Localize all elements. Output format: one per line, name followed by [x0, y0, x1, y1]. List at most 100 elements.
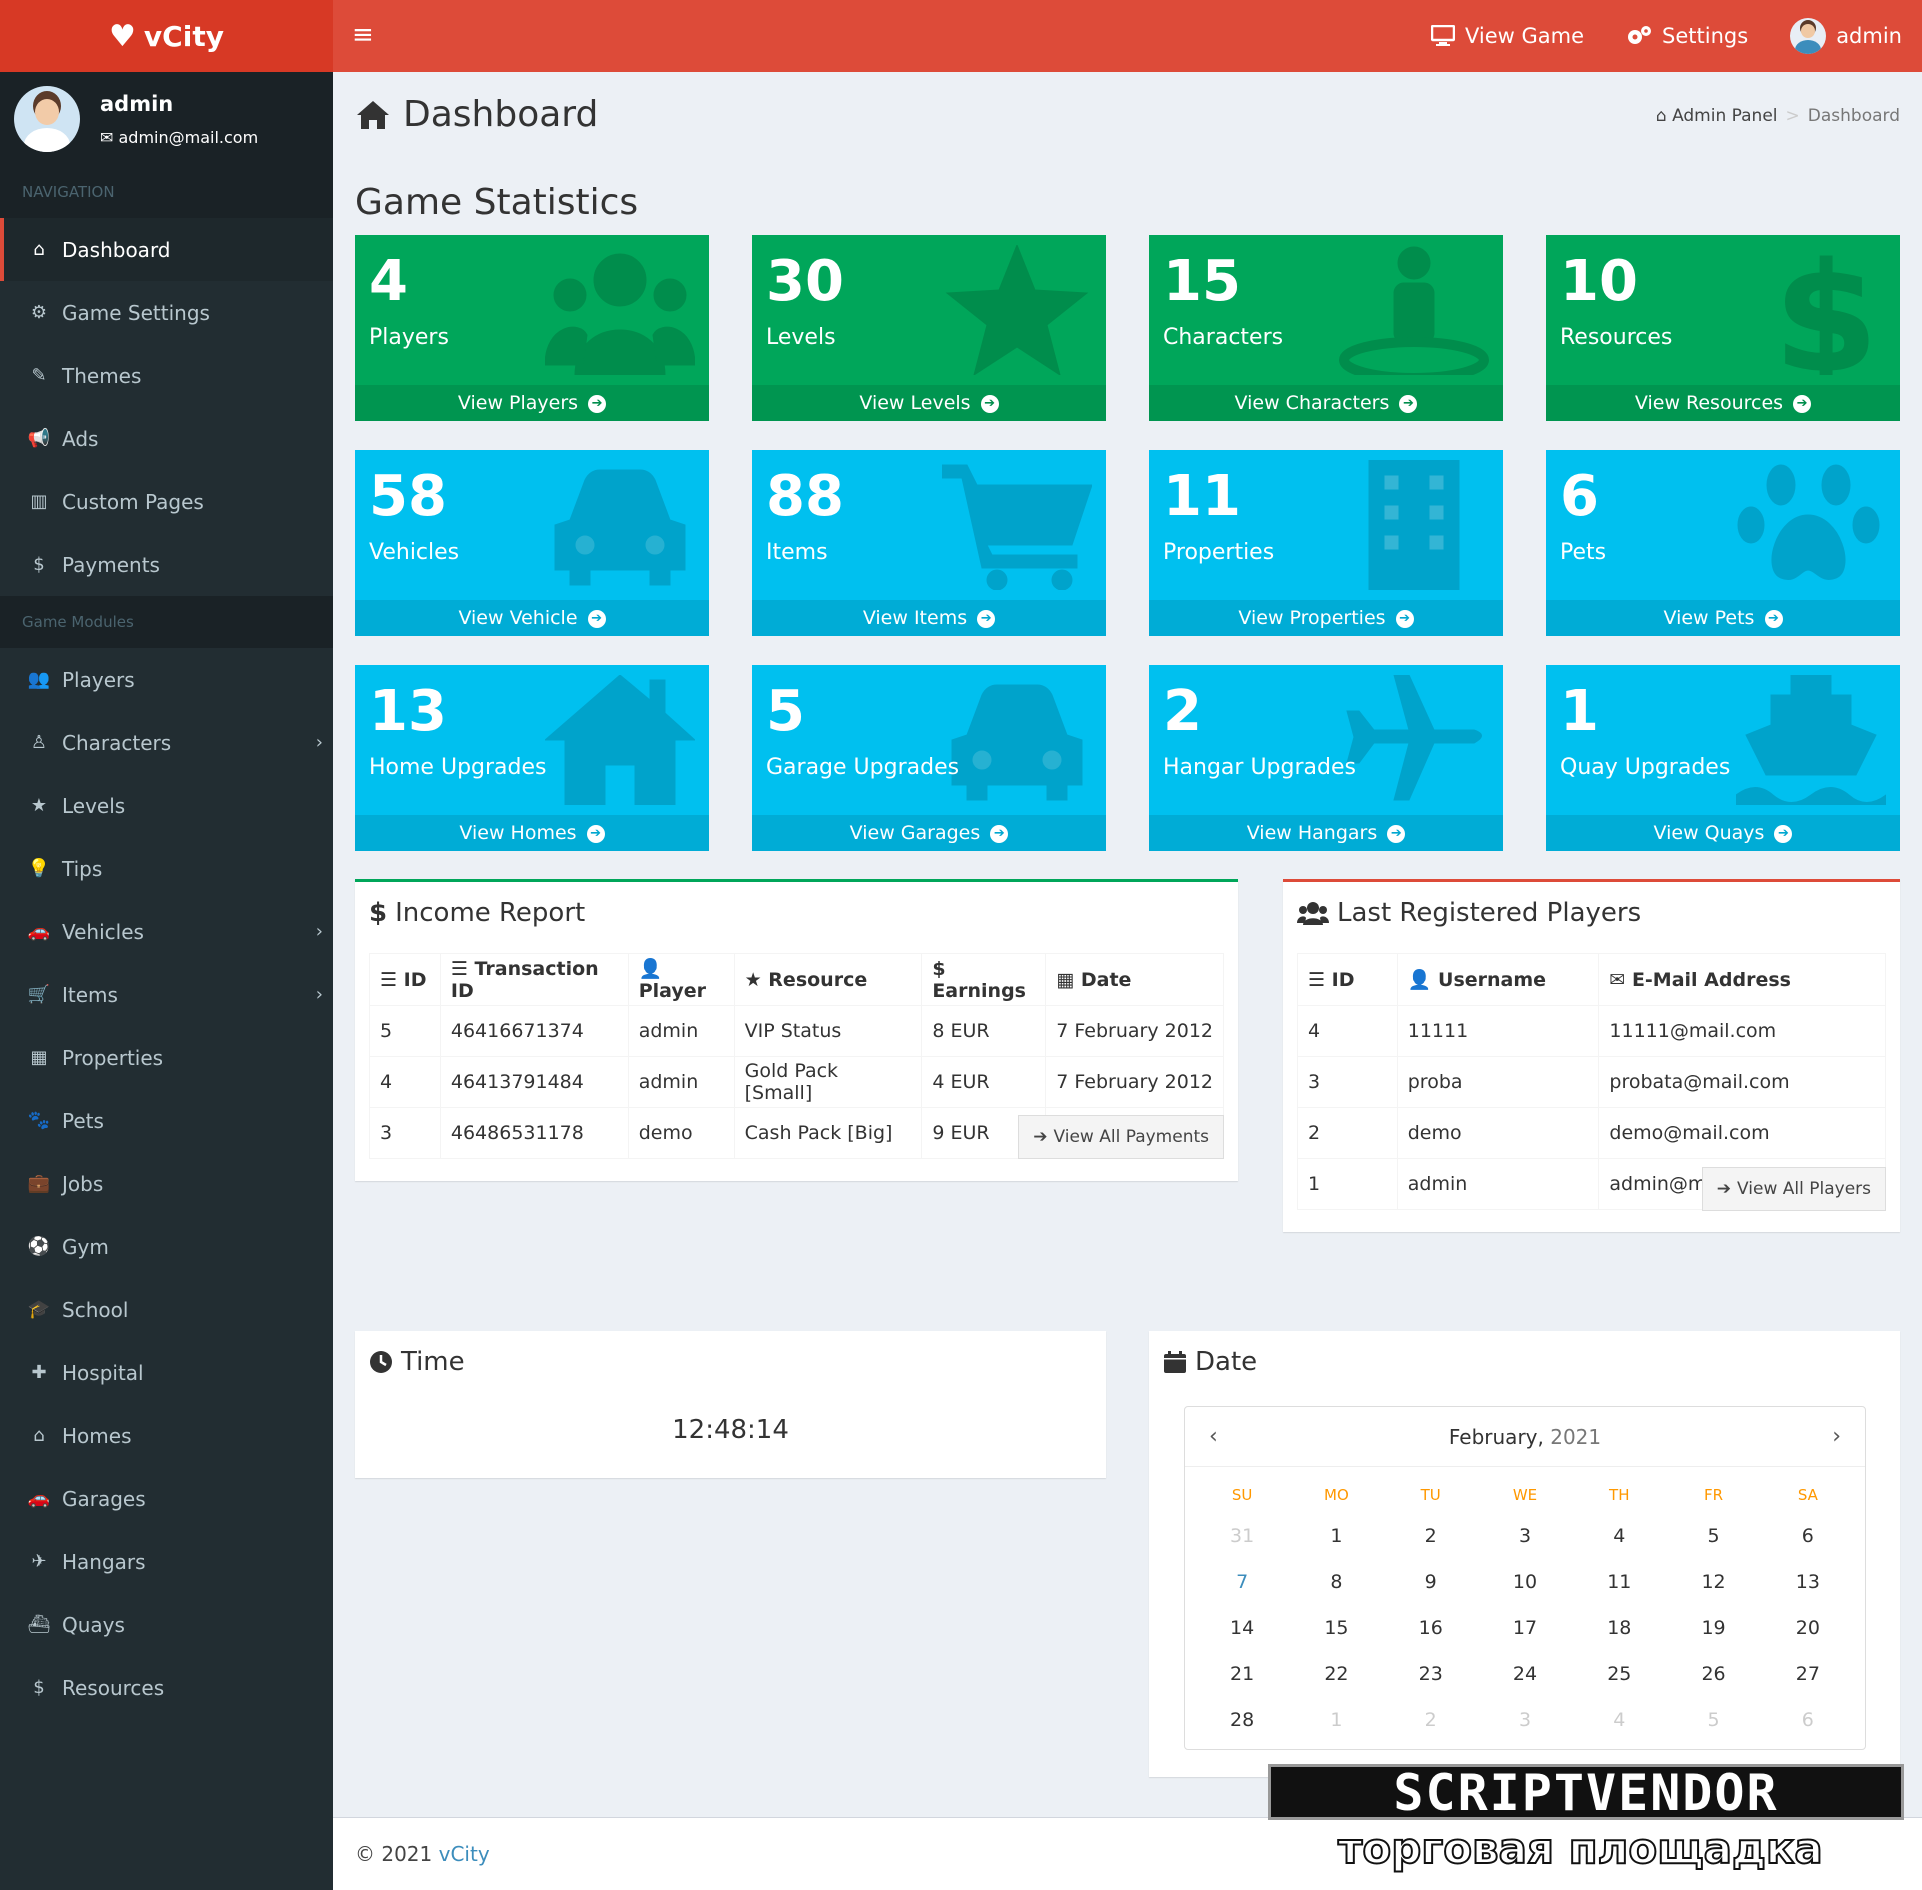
calendar-day[interactable]: 5: [1666, 1513, 1760, 1559]
calendar-day[interactable]: 16: [1384, 1605, 1478, 1651]
calendar-day[interactable]: 15: [1289, 1605, 1383, 1651]
sidebar-item-pets[interactable]: 🐾 Pets: [0, 1089, 333, 1152]
user-menu[interactable]: admin: [1790, 18, 1902, 54]
stat-tile-resources: $10 Resources View Resources ➔: [1546, 235, 1900, 421]
chevron-left-icon[interactable]: ‹: [1209, 1424, 1218, 1449]
tile-link[interactable]: View Levels ➔: [752, 385, 1106, 421]
app-logo[interactable]: ♥ vCity: [0, 0, 333, 72]
calendar-day[interactable]: 7: [1195, 1559, 1289, 1605]
arrow-circle-right-icon: ➔: [1774, 824, 1793, 843]
calendar-day[interactable]: 3: [1478, 1697, 1572, 1743]
tile-link[interactable]: View Players ➔: [355, 385, 709, 421]
sidebar-item-custom-pages[interactable]: ▥ Custom Pages: [0, 470, 333, 533]
sidebar-item-players[interactable]: 👥 Players: [0, 648, 333, 711]
sidebar-item-game-settings[interactable]: ⚙ Game Settings: [0, 281, 333, 344]
calendar-day[interactable]: 9: [1384, 1559, 1478, 1605]
user-menu-label: admin: [1836, 24, 1902, 48]
sidebar-item-tips[interactable]: 💡 Tips: [0, 837, 333, 900]
sidebar-item-hangars[interactable]: ✈ Hangars: [0, 1530, 333, 1593]
calendar-day[interactable]: 5: [1666, 1697, 1760, 1743]
column-icon: 👤: [1407, 969, 1439, 991]
tile-link[interactable]: View Homes ➔: [355, 815, 709, 851]
calendar-day[interactable]: 11: [1572, 1559, 1666, 1605]
tile-link[interactable]: View Hangars ➔: [1149, 815, 1503, 851]
sidebar-item-themes[interactable]: ✎ Themes: [0, 344, 333, 407]
sidebar-item-homes[interactable]: ⌂ Homes: [0, 1404, 333, 1467]
calendar-day[interactable]: 4: [1572, 1697, 1666, 1743]
calendar-day[interactable]: 23: [1384, 1651, 1478, 1697]
calendar-day[interactable]: 20: [1761, 1605, 1855, 1651]
footer-app-link[interactable]: vCity: [439, 1842, 490, 1866]
calendar-day[interactable]: 19: [1666, 1605, 1760, 1651]
sidebar-item-gym[interactable]: ⚽ Gym: [0, 1215, 333, 1278]
tile-label: Players: [369, 325, 449, 350]
calendar-day[interactable]: 14: [1195, 1605, 1289, 1651]
sidebar-item-items[interactable]: 🛒 Items ›: [0, 963, 333, 1026]
sidebar-item-ads[interactable]: 📢 Ads: [0, 407, 333, 470]
calendar-day[interactable]: 25: [1572, 1651, 1666, 1697]
table-cell: demo@mail.com: [1598, 1107, 1886, 1159]
calendar-day[interactable]: 1: [1289, 1513, 1383, 1559]
calendar-day[interactable]: 10: [1478, 1559, 1572, 1605]
dollar-icon: $: [369, 898, 388, 928]
clock-value: 12:48:14: [672, 1415, 789, 1445]
calendar-weekday: TH: [1609, 1486, 1630, 1504]
tile-link[interactable]: View Pets ➔: [1546, 600, 1900, 636]
columns-icon: ▥: [30, 491, 48, 512]
sidebar-item-payments[interactable]: $ Payments: [0, 533, 333, 596]
calendar-day[interactable]: 6: [1761, 1513, 1855, 1559]
sidebar-item-quays[interactable]: ⛴ Quays: [0, 1593, 333, 1656]
chevron-right-icon[interactable]: ›: [1832, 1424, 1841, 1449]
table-row: 5 46416671374 admin VIP Status 8 EUR 7 Februa…: [369, 1005, 1224, 1057]
tile-link[interactable]: View Vehicle ➔: [355, 600, 709, 636]
calendar-day[interactable]: 4: [1572, 1513, 1666, 1559]
sidebar-item-school[interactable]: 🎓 School: [0, 1278, 333, 1341]
tile-label: Items: [766, 540, 828, 565]
calendar-day[interactable]: 26: [1666, 1651, 1760, 1697]
sidebar-item-garages[interactable]: 🚗 Garages: [0, 1467, 333, 1530]
calendar-day[interactable]: 2: [1384, 1697, 1478, 1743]
sidebar-item-vehicles[interactable]: 🚗 Vehicles ›: [0, 900, 333, 963]
tile-link[interactable]: View Quays ➔: [1546, 815, 1900, 851]
calendar-day[interactable]: 21: [1195, 1651, 1289, 1697]
tile-link[interactable]: View Properties ➔: [1149, 600, 1503, 636]
sidebar-item-properties[interactable]: ▦ Properties: [0, 1026, 333, 1089]
calendar-day[interactable]: 13: [1761, 1559, 1855, 1605]
calendar-day[interactable]: 27: [1761, 1651, 1855, 1697]
ship-icon: [1735, 674, 1887, 806]
sidebar-item-jobs[interactable]: 💼 Jobs: [0, 1152, 333, 1215]
settings-link[interactable]: Settings: [1626, 24, 1748, 48]
calendar-day[interactable]: 28: [1195, 1697, 1289, 1743]
calendar-day[interactable]: 17: [1478, 1605, 1572, 1651]
sidebar-item-resources[interactable]: $ Resources: [0, 1656, 333, 1719]
view-all-players-button[interactable]: ➔ View All Players: [1701, 1167, 1886, 1211]
calendar-day[interactable]: 6: [1761, 1697, 1855, 1743]
tile-link-label: View Resources: [1634, 392, 1784, 414]
tile-link[interactable]: View Items ➔: [752, 600, 1106, 636]
sidebar-item-levels[interactable]: ★ Levels: [0, 774, 333, 837]
tile-link[interactable]: View Characters ➔: [1149, 385, 1503, 421]
tile-link[interactable]: View Garages ➔: [752, 815, 1106, 851]
column-icon: ☰: [1308, 968, 1332, 991]
calendar-day[interactable]: 12: [1666, 1559, 1760, 1605]
breadcrumb-root[interactable]: ⌂ Admin Panel: [1656, 106, 1778, 126]
sidebar-item-characters[interactable]: ♙ Characters ›: [0, 711, 333, 774]
sidebar-item-hospital[interactable]: ✚ Hospital: [0, 1341, 333, 1404]
calendar-day[interactable]: 2: [1384, 1513, 1478, 1559]
tile-icon-wrap: [1339, 459, 1489, 591]
tile-count: 1: [1560, 679, 1599, 744]
view-game-link[interactable]: View Game: [1431, 24, 1584, 48]
calendar-day[interactable]: 31: [1195, 1513, 1289, 1559]
sidebar-item-dashboard[interactable]: ⌂ Dashboard: [0, 218, 333, 281]
calendar-day[interactable]: 1: [1289, 1697, 1383, 1743]
view-all-payments-button[interactable]: ➔ View All Payments: [1018, 1115, 1224, 1159]
calendar-day[interactable]: 3: [1478, 1513, 1572, 1559]
tile-link-label: View Homes: [459, 822, 577, 844]
sidebar-toggle-icon[interactable]: ≡: [352, 20, 374, 50]
tile-link[interactable]: View Resources ➔: [1546, 385, 1900, 421]
calendar-day[interactable]: 22: [1289, 1651, 1383, 1697]
calendar-day[interactable]: 18: [1572, 1605, 1666, 1651]
calendar-day[interactable]: 8: [1289, 1559, 1383, 1605]
stat-tile-vehicles: 58 Vehicles View Vehicle ➔: [355, 450, 709, 636]
calendar-day[interactable]: 24: [1478, 1651, 1572, 1697]
